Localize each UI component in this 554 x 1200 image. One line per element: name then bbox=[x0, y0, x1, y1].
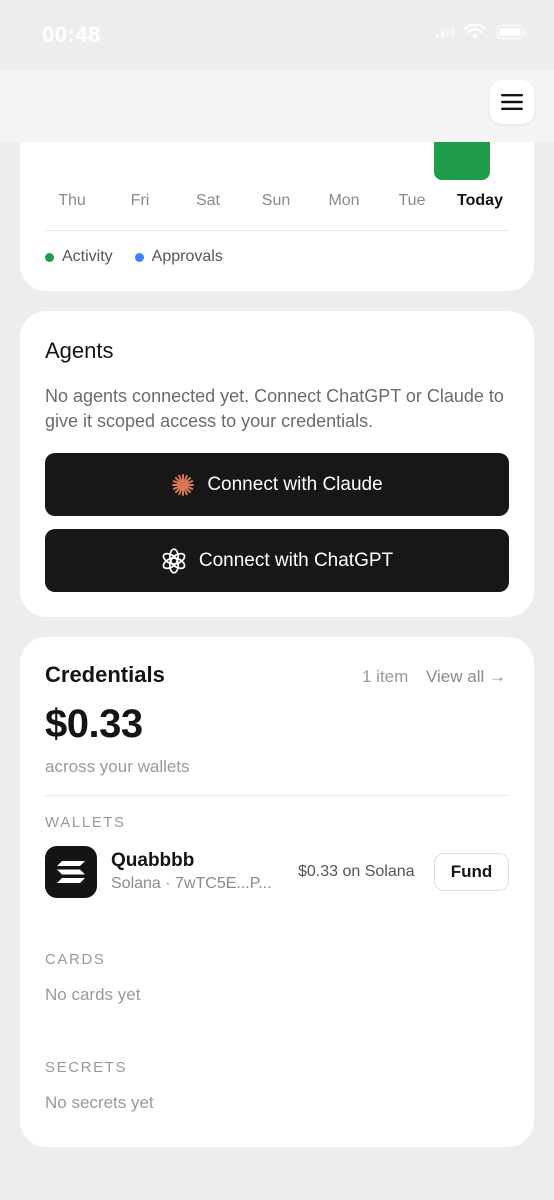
wallet-address: Solana · 7wTC5E...P... bbox=[111, 875, 272, 892]
wallet-avatar bbox=[45, 846, 97, 898]
wifi-icon bbox=[464, 24, 486, 39]
day-label: Mon bbox=[328, 192, 360, 209]
activity-divider bbox=[45, 230, 509, 231]
menu-button[interactable] bbox=[490, 80, 534, 124]
legend-label: Approvals bbox=[151, 248, 223, 265]
connect-claude-label: Connect with Claude bbox=[207, 473, 383, 495]
claude-logo-icon bbox=[172, 473, 195, 496]
status-time: 00:48 bbox=[42, 22, 101, 47]
day-label-today: Today bbox=[457, 192, 503, 209]
day-label: Fri bbox=[130, 192, 150, 209]
legend-item-approvals: Approvals bbox=[134, 248, 223, 266]
legend-label: Activity bbox=[62, 248, 113, 265]
day-label: Sat bbox=[195, 192, 220, 209]
cards-empty-text: No cards yet bbox=[45, 985, 141, 1004]
connect-chatgpt-button[interactable]: Connect with ChatGPT bbox=[45, 529, 509, 592]
legend-dot-icon bbox=[45, 252, 54, 262]
view-all-link[interactable]: View all → bbox=[426, 667, 506, 687]
hamburger-menu-icon bbox=[501, 94, 523, 110]
openai-logo-icon bbox=[162, 547, 186, 574]
wallet-balance: $0.33 on Solana bbox=[298, 863, 415, 880]
wallets-heading: WALLETS bbox=[45, 814, 126, 831]
connect-claude-button[interactable]: Connect with Claude bbox=[45, 453, 509, 516]
agents-title: Agents bbox=[45, 338, 114, 363]
cellular-signal-icon bbox=[436, 26, 454, 38]
credentials-title: Credentials bbox=[45, 662, 165, 687]
status-bar: 00:48 bbox=[0, 0, 554, 70]
connect-chatgpt-label: Connect with ChatGPT bbox=[198, 549, 394, 571]
battery-icon bbox=[496, 24, 527, 40]
activity-bar-today bbox=[434, 142, 490, 180]
solana-logo-icon bbox=[57, 861, 85, 883]
credentials-subtitle: across your wallets bbox=[45, 757, 190, 776]
credentials-divider bbox=[45, 795, 509, 796]
activity-legend: Activity Approvals bbox=[45, 248, 223, 266]
secrets-heading: SECRETS bbox=[45, 1059, 128, 1076]
legend-dot-icon bbox=[134, 252, 144, 262]
day-label: Sun bbox=[261, 192, 291, 209]
wallet-name[interactable]: Quabbbb bbox=[111, 850, 194, 872]
status-icons bbox=[436, 24, 528, 40]
credentials-count: 1 item bbox=[362, 667, 409, 686]
credentials-total: $0.33 bbox=[45, 702, 143, 746]
fund-button[interactable]: Fund bbox=[434, 853, 509, 891]
cards-heading: CARDS bbox=[45, 951, 106, 968]
day-label: Thu bbox=[58, 192, 86, 209]
activity-day-labels: Thu Fri Sat Sun Mon Tue Today bbox=[20, 192, 534, 212]
secrets-empty-text: No secrets yet bbox=[45, 1093, 154, 1112]
agents-description: No agents connected yet. Connect ChatGPT… bbox=[45, 386, 504, 431]
day-label: Tue bbox=[398, 192, 426, 209]
top-bar bbox=[0, 70, 554, 142]
legend-item-activity: Activity bbox=[45, 248, 113, 266]
